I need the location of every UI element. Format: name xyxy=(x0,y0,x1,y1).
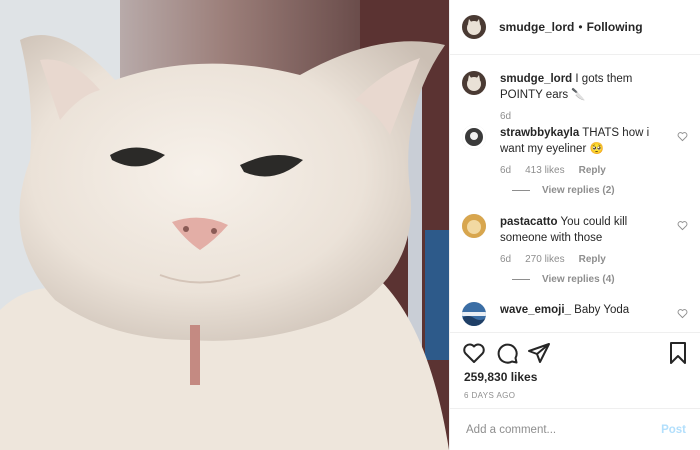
user-avatar-icon[interactable] xyxy=(462,302,486,326)
caption-text: smudge_lord I gots them POINTY ears 🔪 xyxy=(500,71,688,103)
caption-username[interactable]: smudge_lord xyxy=(500,73,572,85)
divider xyxy=(512,190,530,191)
comment-text: strawbbykayla THATS how i want my eyelin… xyxy=(500,125,688,157)
view-replies-label: View replies (2) xyxy=(542,185,615,196)
post-detail-panel: smudge_lord • Following smudge_lord I go… xyxy=(449,0,700,450)
heart-icon[interactable] xyxy=(677,308,688,319)
divider xyxy=(512,279,530,280)
post-date: 6 DAYS AGO xyxy=(464,391,516,400)
comment-icon[interactable] xyxy=(495,341,519,365)
heart-icon[interactable] xyxy=(677,131,688,142)
author-username[interactable]: smudge_lord xyxy=(499,20,574,34)
comment-likes[interactable]: 270 likes xyxy=(525,254,564,265)
comment-username[interactable]: wave_emoji_ xyxy=(500,304,571,316)
heart-icon[interactable] xyxy=(462,341,486,365)
post-comment-button[interactable]: Post xyxy=(661,424,686,436)
comment-text: wave_emoji_ Baby Yoda xyxy=(500,302,688,318)
comment-age: 6d xyxy=(500,254,512,265)
post-header: smudge_lord • Following xyxy=(450,0,700,55)
view-replies-label: View replies (4) xyxy=(542,274,615,285)
reply-button[interactable]: Reply xyxy=(579,254,606,265)
user-avatar-icon[interactable] xyxy=(462,125,486,149)
likes-count[interactable]: 259,830 likes xyxy=(464,370,537,384)
share-icon[interactable] xyxy=(527,341,551,365)
cat-avatar-icon[interactable] xyxy=(462,15,486,39)
comments-list[interactable]: smudge_lord I gots them POINTY ears 🔪 6d… xyxy=(450,56,700,332)
user-avatar-icon[interactable] xyxy=(462,214,486,238)
reply-button[interactable]: Reply xyxy=(579,165,606,176)
cat-avatar-icon[interactable] xyxy=(462,71,486,95)
post-actions: 259,830 likes 6 DAYS AGO xyxy=(450,332,700,411)
comment-username[interactable]: strawbbykayla xyxy=(500,127,579,139)
view-replies-button[interactable]: View replies (2) xyxy=(512,185,688,196)
list-item: pastacatto You could kill someone with t… xyxy=(462,214,688,285)
list-item: wave_emoji_ Baby Yoda xyxy=(462,302,688,326)
action-icons xyxy=(462,341,690,365)
comment-meta: 6d 270 likes Reply xyxy=(500,254,688,265)
comment-username[interactable]: pastacatto xyxy=(500,216,558,228)
comment-input[interactable] xyxy=(464,422,662,437)
post-photo[interactable] xyxy=(0,0,449,450)
comment-likes[interactable]: 413 likes xyxy=(525,165,564,176)
view-replies-button[interactable]: View replies (4) xyxy=(512,274,688,285)
follow-button[interactable]: Following xyxy=(587,20,643,34)
caption-meta: 6d xyxy=(500,111,688,122)
heart-icon[interactable] xyxy=(677,220,688,231)
add-comment-bar: Post xyxy=(450,408,700,450)
bookmark-icon[interactable] xyxy=(666,341,690,365)
comment-meta: 6d 413 likes Reply xyxy=(500,165,688,176)
caption-age: 6d xyxy=(500,111,512,122)
comment-age: 6d xyxy=(500,165,512,176)
separator-dot: • xyxy=(578,20,583,34)
list-item: strawbbykayla THATS how i want my eyelin… xyxy=(462,125,688,196)
comment-text: pastacatto You could kill someone with t… xyxy=(500,214,688,246)
comment-body: Baby Yoda xyxy=(574,304,630,316)
caption: smudge_lord I gots them POINTY ears 🔪 6d xyxy=(462,71,688,122)
